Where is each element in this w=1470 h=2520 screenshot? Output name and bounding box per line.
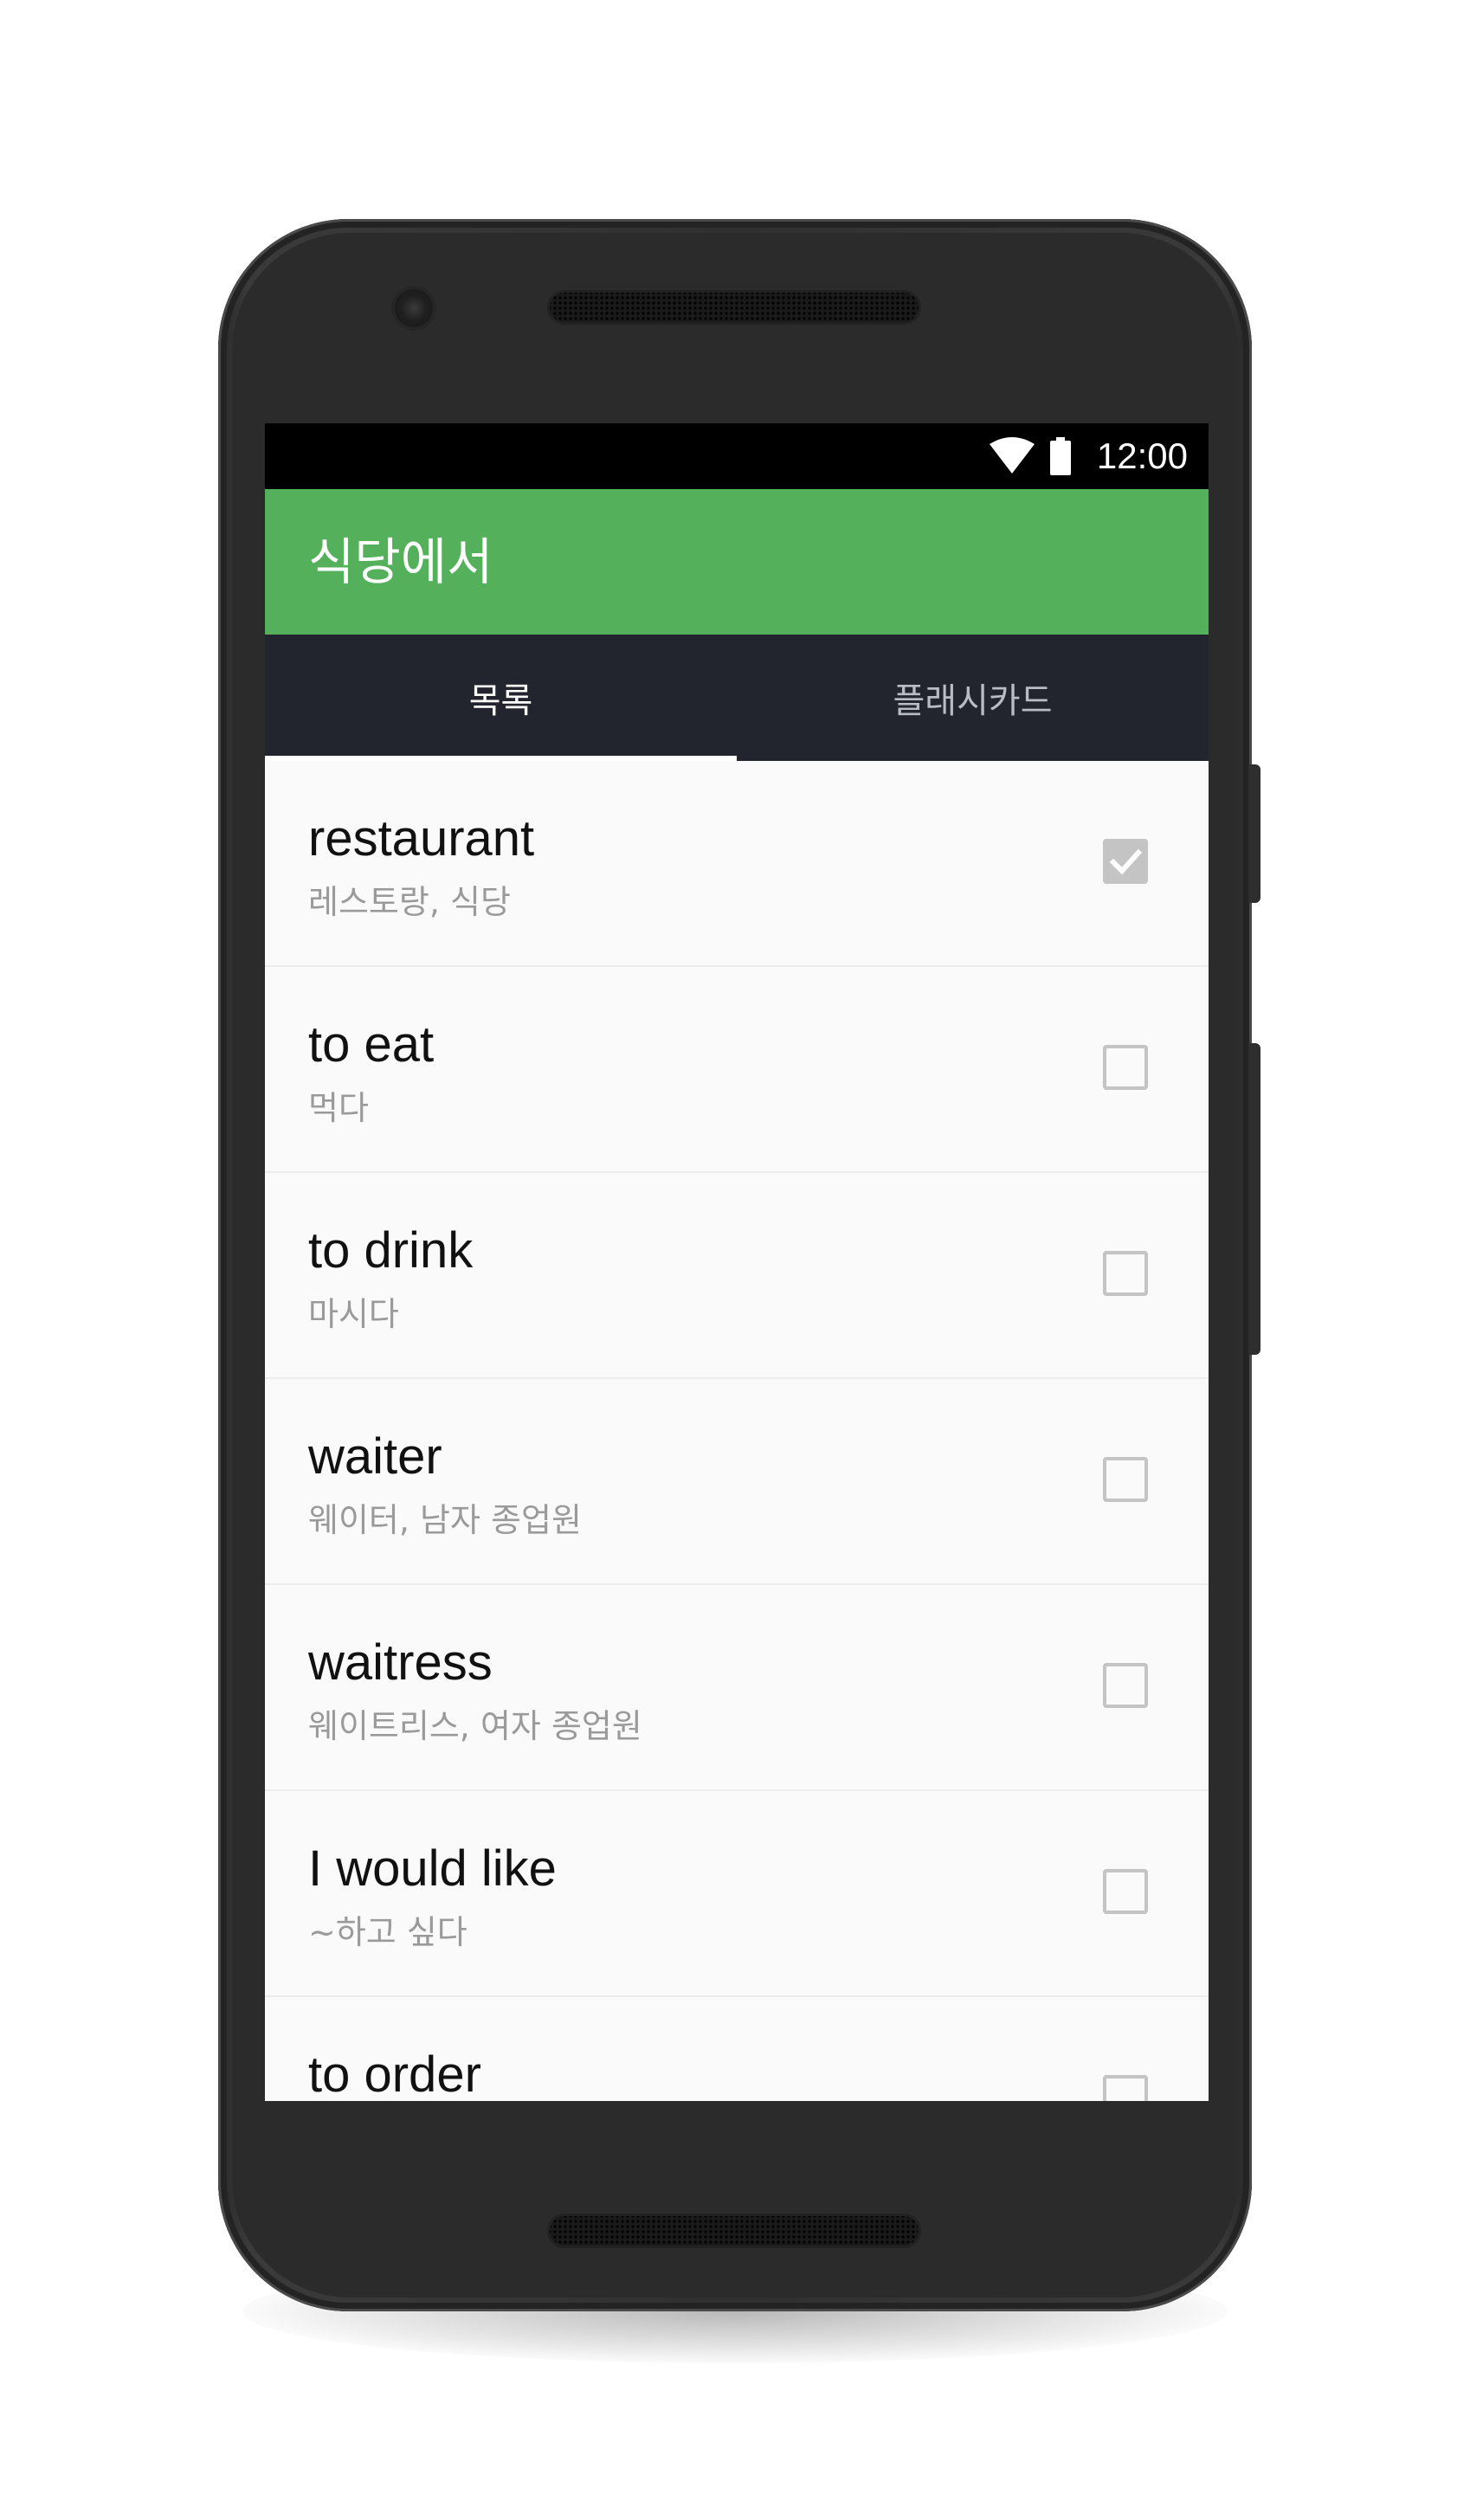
list-item[interactable]: I would like ~하고 싶다 [265, 1791, 1209, 1997]
bottom-speaker [547, 2214, 921, 2248]
phone-screen: 12:00 식당에서 목록 플래시카드 restaurant 레스토랑, 식당 … [265, 423, 1209, 2101]
learned-checkbox[interactable] [1103, 1663, 1148, 1708]
status-time: 12:00 [1096, 435, 1188, 476]
list-item[interactable]: waitress 웨이트리스, 여자 종업원 [265, 1585, 1209, 1791]
learned-checkbox[interactable] [1103, 2075, 1148, 2101]
meaning-text: 웨이트리스, 여자 종업원 [308, 1707, 642, 1745]
learned-checkbox[interactable] [1103, 1045, 1148, 1090]
tab-bar: 목록 플래시카드 [265, 635, 1209, 761]
meaning-text: 웨이터, 남자 종업원 [308, 1501, 582, 1539]
wifi-icon [989, 437, 1035, 474]
meaning-text: 마시다 [308, 1295, 399, 1333]
check-icon [1109, 848, 1143, 875]
word-text: to order [308, 2046, 481, 2101]
status-bar: 12:00 [265, 423, 1209, 489]
learned-checkbox[interactable] [1103, 1869, 1148, 1914]
word-text: to drink [308, 1222, 474, 1279]
learned-checkbox[interactable] [1103, 1457, 1148, 1502]
page-title: 식당에서 [308, 532, 493, 591]
battery-icon [1049, 437, 1071, 475]
list-item[interactable]: to eat 먹다 [265, 967, 1209, 1173]
front-camera [395, 289, 433, 327]
earpiece-speaker [547, 290, 921, 325]
power-button [1248, 764, 1260, 903]
learned-checkbox[interactable] [1103, 839, 1148, 884]
list-item[interactable]: to drink 마시다 [265, 1173, 1209, 1379]
word-text: waitress [308, 1634, 493, 1691]
word-text: waiter [308, 1428, 442, 1485]
tab-label: 플래시카드 [893, 681, 1053, 721]
list-item[interactable]: waiter 웨이터, 남자 종업원 [265, 1379, 1209, 1585]
meaning-text: 먹다 [308, 1089, 369, 1127]
learned-checkbox[interactable] [1103, 1251, 1148, 1296]
list-item[interactable]: to order [265, 1997, 1209, 2101]
volume-button [1248, 1043, 1260, 1355]
list-item[interactable]: restaurant 레스토랑, 식당 [265, 761, 1209, 967]
meaning-text: 레스토랑, 식당 [308, 883, 511, 921]
meaning-text: ~하고 싶다 [308, 1913, 467, 1951]
word-text: restaurant [308, 810, 535, 867]
tab-flashcards[interactable]: 플래시카드 [737, 635, 1209, 761]
status-icons: 12:00 [988, 423, 1188, 489]
word-text: I would like [308, 1840, 557, 1897]
app-bar: 식당에서 [265, 489, 1209, 635]
tab-label: 목록 [468, 681, 533, 721]
tab-list[interactable]: 목록 [265, 635, 737, 761]
vocab-list: restaurant 레스토랑, 식당 to eat 먹다 to drink 마… [265, 761, 1209, 2101]
word-text: to eat [308, 1016, 435, 1073]
